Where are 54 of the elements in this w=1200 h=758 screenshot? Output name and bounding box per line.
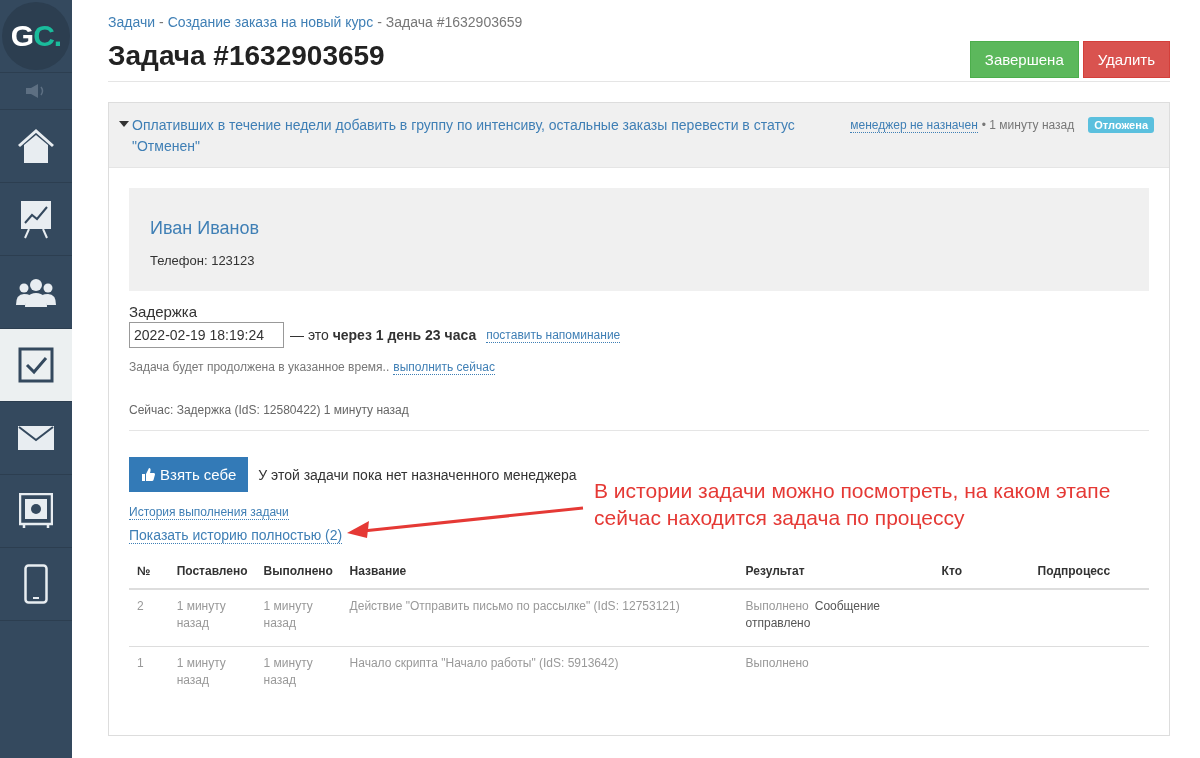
table-cell: Выполнено [737,646,934,703]
home-icon [16,126,56,166]
thumbs-up-icon [141,468,155,481]
action-button[interactable]: Удалить [1082,41,1170,78]
table-cell: 1 [129,646,169,703]
checkbox-icon [18,347,54,383]
caret-down-icon[interactable] [119,121,129,127]
phone-icon [24,564,48,604]
annotation-text: В истории задачи можно посмотреть, на каком этапе сейчас находится задача по процессу [594,478,1112,531]
table-cell: Выполнено Сообщение отправлено [737,589,934,647]
column-header: Кто [933,551,1030,589]
table-cell: Действие "Отправить письмо по рассылке" (IdS: 12753121) [341,589,738,647]
table-cell: 1 минуту назад [168,589,256,647]
users-icon [16,277,56,307]
reminder-link[interactable]: поставить напоминание [486,327,621,343]
task-time: • 1 минуту назад [981,118,1075,132]
delay-description: — это через 1 день 23 часа [290,327,477,343]
delay-input-field[interactable]: 2022-02-19 18:19:24 [129,322,284,348]
breadcrumb-current: Задача #1632903659 [385,14,523,30]
breadcrumb-link[interactable]: Задачи [108,14,155,30]
status-badge: Отложена [1088,117,1154,133]
column-header: Название [341,551,738,589]
delay-note: Задача будет продолжена в указанное время.. [129,360,390,375]
envelope-icon [18,426,54,450]
page-title: Задача #1632903659 [108,40,385,72]
history-link[interactable]: История выполнения задачи [129,505,289,520]
manager-link[interactable]: менеджер не назначен [850,118,978,133]
column-header: № [129,551,169,589]
run-now-link[interactable]: выполнить сейчас [393,360,495,375]
no-manager-text: У этой задачи пока нет назначенного менеджера [258,466,577,483]
show-history-link[interactable]: Показать историю полностью (2) [129,527,343,544]
nav-item[interactable] [0,329,72,402]
table-cell: 2 [129,589,169,647]
chart-board-icon [19,199,53,239]
contact-name[interactable]: Иван Иванов [150,218,1128,239]
table-cell: Начало скрипта "Начало работы" (IdS: 5913642) [341,646,738,703]
column-header: Поставлено [168,551,256,589]
breadcrumb-link[interactable]: Создание заказа на новый курс [167,14,374,30]
task-description[interactable]: Оплативших в течение недели добавить в группу по интенсиву, остальные заказы перевести в статус "Отменен" [132,115,819,157]
column-header: Результат [737,551,934,589]
column-header: Подпроцесс [1029,551,1149,589]
table-cell: 1 минуту назад [255,589,342,647]
breadcrumb-separator: - [377,14,382,30]
current-step: Сейчас: Задержка (IdS: 12580422) 1 минуту назад [129,403,1149,417]
column-header: Выполнено [255,551,342,589]
breadcrumb-separator: - [159,14,164,30]
safe-icon [19,493,53,529]
action-button[interactable]: Завершена [969,41,1079,78]
table-cell: 1 минуту назад [168,646,256,703]
table-cell: 1 минуту назад [255,646,342,703]
contact-phone: Телефон: 123123 [150,253,256,268]
delay-label: Задержка [129,303,199,320]
take-button[interactable]: Взять себе [129,457,249,492]
logo[interactable]: GC. [2,2,70,70]
